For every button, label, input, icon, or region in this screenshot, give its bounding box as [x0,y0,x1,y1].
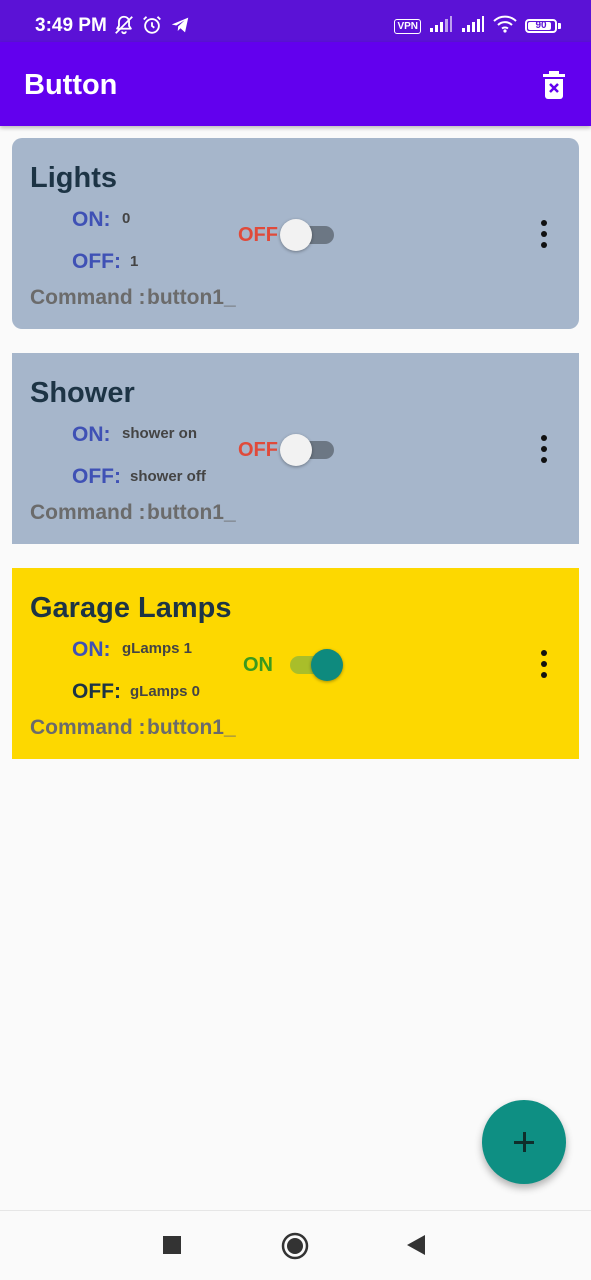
button-card-shower[interactable]: Shower ON: shower on OFF: shower off Com… [12,353,579,544]
on-value: 0 [122,210,131,227]
more-dot [541,231,547,237]
off-value: shower off [130,468,206,485]
command-label: Command : [30,716,146,739]
bell-off-icon [113,14,135,38]
command-value: button1_ [147,501,236,524]
switch-thumb [280,219,312,251]
command-label: Command : [30,286,146,309]
toggle-switch[interactable] [284,648,344,682]
toggle-switch[interactable] [280,218,340,252]
plus-bar-vertical [523,1132,526,1152]
off-value: gLamps 0 [130,683,201,700]
on-value: gLamps 1 [122,640,193,657]
card-title: Lights [30,162,117,194]
wifi-icon [493,15,517,38]
command-value: button1_ [147,716,236,739]
recents-square-icon [162,1236,182,1259]
more-dot [541,446,547,452]
state-text: OFF [238,439,278,461]
on-value: shower on [122,425,198,442]
signal-icon [429,15,453,38]
more-dot [541,435,547,441]
on-label: ON: [72,638,111,661]
back-button[interactable] [405,1234,427,1261]
more-dot [541,661,547,667]
battery-cap [558,23,561,29]
off-label: OFF: [72,250,121,273]
battery-icon: 90 [525,19,561,33]
home-button[interactable] [281,1232,309,1265]
app-bar: Button [0,42,591,126]
battery-level-text: 90 [535,20,547,31]
status-right-icons: VPN 90 [394,15,561,37]
card-title: Shower [30,377,135,409]
on-label: ON: [72,208,111,231]
switch-thumb [280,434,312,466]
page-title: Button [24,69,118,101]
vpn-badge: VPN [394,18,421,34]
off-label: OFF: [72,465,121,488]
system-nav-bar [0,1210,591,1280]
toggle-switch[interactable] [280,433,340,467]
status-left-icons [113,14,191,38]
more-dot [541,457,547,463]
status-time: 3:49 PM [35,15,107,36]
recents-button[interactable] [162,1235,182,1260]
alarm-icon [141,14,163,38]
off-label: OFF: [72,680,121,703]
more-dot [541,220,547,226]
button-card-garage-lamps[interactable]: Garage Lamps ON: gLamps 1 OFF: gLamps 0 … [12,568,579,759]
signal-icon-2 [461,15,485,38]
add-button[interactable] [482,1100,566,1184]
delete-all-button[interactable] [541,70,567,100]
more-options-button[interactable] [533,216,555,252]
home-circle-icon [281,1232,309,1264]
button-card-lights[interactable]: Lights ON: 0 OFF: 1 Command : button1_ O… [12,138,579,329]
command-label: Command : [30,501,146,524]
state-text: ON [243,654,273,676]
off-value: 1 [130,253,139,270]
more-dot [541,672,547,678]
card-title: Garage Lamps [30,592,232,624]
switch-thumb [311,649,343,681]
more-dot [541,242,547,248]
command-value: button1_ [147,286,236,309]
more-options-button[interactable] [533,646,555,682]
telegram-icon [169,14,191,38]
state-text: OFF [238,224,278,246]
battery-body: 90 [525,19,557,33]
more-options-button[interactable] [533,431,555,467]
status-bar: 3:49 PM VPN 90 [0,0,591,42]
on-label: ON: [72,423,111,446]
delete-sweep-icon [541,71,567,104]
back-triangle-icon [405,1235,427,1260]
more-dot [541,650,547,656]
